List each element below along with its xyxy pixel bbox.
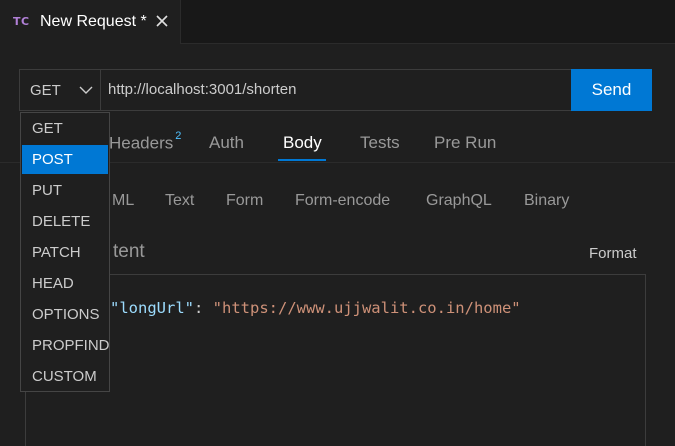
method-option-delete[interactable]: DELETE xyxy=(22,207,108,236)
method-option-patch[interactable]: PATCH xyxy=(22,238,108,267)
chevron-down-icon xyxy=(79,86,93,94)
active-tab-indicator xyxy=(278,159,326,161)
json-value: "https://www.ujjwalit.co.in/home" xyxy=(212,299,521,317)
tab-body[interactable]: Body xyxy=(283,133,322,153)
tab-strip: TC New Request * xyxy=(0,0,675,44)
method-option-post[interactable]: POST xyxy=(22,145,108,174)
method-dropdown: GET POST PUT DELETE PATCH HEAD OPTIONS P… xyxy=(20,112,110,392)
code-line: "longUrl": "https://www.ujjwalit.co.in/h… xyxy=(110,299,521,317)
headers-count-badge: 2 xyxy=(175,130,182,142)
tab-title: New Request * xyxy=(40,13,147,30)
request-tab[interactable]: TC New Request * xyxy=(0,0,181,44)
method-option-propfind[interactable]: PROPFIND xyxy=(22,331,110,360)
content-label: tent xyxy=(113,241,145,262)
method-option-custom[interactable]: CUSTOM xyxy=(22,362,108,391)
body-tab-text[interactable]: Text xyxy=(165,192,194,210)
format-button[interactable]: Format xyxy=(589,245,637,262)
method-option-options[interactable]: OPTIONS xyxy=(22,300,108,329)
body-tab-xml[interactable]: ML xyxy=(112,192,134,210)
method-option-head[interactable]: HEAD xyxy=(22,269,108,298)
send-button[interactable]: Send xyxy=(571,69,652,111)
json-key: "longUrl" xyxy=(110,299,194,317)
json-colon: : xyxy=(194,299,213,317)
body-tab-graphql[interactable]: GraphQL xyxy=(426,192,492,210)
tab-pre-run[interactable]: Pre Run xyxy=(434,133,496,153)
method-option-put[interactable]: PUT xyxy=(22,176,108,205)
tab-tests[interactable]: Tests xyxy=(360,133,400,153)
tab-headers[interactable]: Headers 2 xyxy=(109,130,182,154)
method-option-get[interactable]: GET xyxy=(22,114,108,143)
body-tab-form[interactable]: Form xyxy=(226,192,263,210)
method-value: GET xyxy=(30,82,61,99)
thunder-client-icon: TC xyxy=(13,15,30,28)
body-tab-binary[interactable]: Binary xyxy=(524,192,569,210)
url-input[interactable] xyxy=(108,81,558,98)
tab-auth[interactable]: Auth xyxy=(209,133,244,153)
method-select[interactable]: GET xyxy=(19,69,101,111)
body-tab-form-encode[interactable]: Form-encode xyxy=(295,192,390,210)
close-icon[interactable] xyxy=(154,13,170,29)
